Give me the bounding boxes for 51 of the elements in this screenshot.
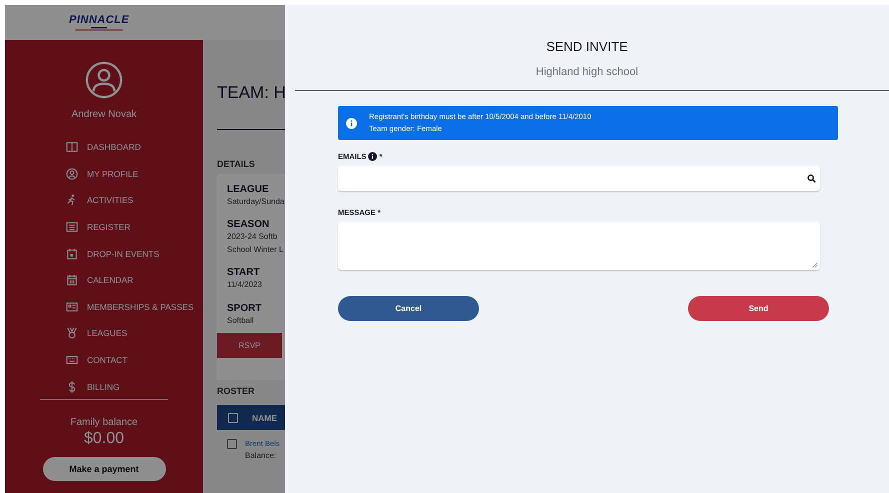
email-field[interactable] [338, 166, 820, 191]
section-heading: DETAILS [217, 159, 256, 169]
rsvp-button[interactable]: RSVP [217, 333, 282, 358]
calendar-icon [66, 274, 78, 286]
info-icon [346, 118, 357, 128]
modal-title: SEND INVITE [546, 39, 628, 54]
logo: PINNACLE [69, 14, 130, 30]
section-heading: ROSTER [217, 386, 256, 396]
nav-item[interactable]: REGISTER [66, 214, 203, 240]
detail-value: School Winter L [227, 244, 284, 256]
nav-item[interactable]: CONTACT [66, 346, 203, 374]
send-button[interactable]: Send [688, 296, 829, 321]
checkbox[interactable] [227, 439, 237, 449]
dollar-icon [66, 380, 78, 393]
calendar-icon [66, 248, 78, 260]
nav-item[interactable]: MEMBERSHIPS & PASSES [66, 294, 203, 320]
cancel-button[interactable]: Cancel [338, 296, 479, 321]
nav-item[interactable]: ACTIVITIES [66, 187, 203, 214]
detail-label: START [227, 267, 260, 278]
detail-label: SPORT [227, 302, 262, 314]
nav-item[interactable]: LEAGUES [66, 320, 203, 347]
person-icon [66, 168, 78, 180]
modal-subtitle: Highland high school [536, 66, 638, 78]
id-card-icon [66, 300, 78, 313]
page-title: TEAM: H [217, 83, 285, 103]
info-icon [368, 152, 378, 161]
search-icon [807, 174, 816, 183]
nav-item[interactable]: DASHBOARD [66, 134, 203, 161]
message-field[interactable] [338, 222, 820, 270]
detail-value: 2023-24 Softb [227, 232, 278, 243]
nav-item[interactable]: DROP-IN EVENTS [66, 240, 203, 267]
user-name: Andrew Novak [71, 109, 137, 120]
nav-item[interactable]: MY PROFILE [66, 160, 203, 188]
dashboard-icon [66, 141, 78, 154]
balance-label: Family balance [70, 416, 138, 428]
avatar-icon [85, 61, 123, 99]
detail-value: 11/4/2023 [227, 280, 262, 291]
payment-button[interactable]: Make a payment [42, 456, 166, 481]
resize-handle-icon [812, 262, 818, 268]
balance-text: Balance: [245, 451, 278, 460]
list-icon [66, 221, 78, 234]
detail-value: Softball [227, 316, 254, 326]
column-header: NAME [252, 412, 278, 422]
nav-item[interactable]: CALENDAR [66, 266, 203, 294]
medal-icon [66, 327, 78, 340]
keyboard-icon [66, 354, 78, 366]
detail-value: Saturday/Sunda [227, 197, 284, 208]
detail-label: SEASON [227, 219, 270, 230]
detail-label: LEAGUE [227, 184, 269, 195]
nav-item[interactable]: BILLING [66, 373, 203, 400]
balance-amount: $0.00 [84, 430, 124, 448]
